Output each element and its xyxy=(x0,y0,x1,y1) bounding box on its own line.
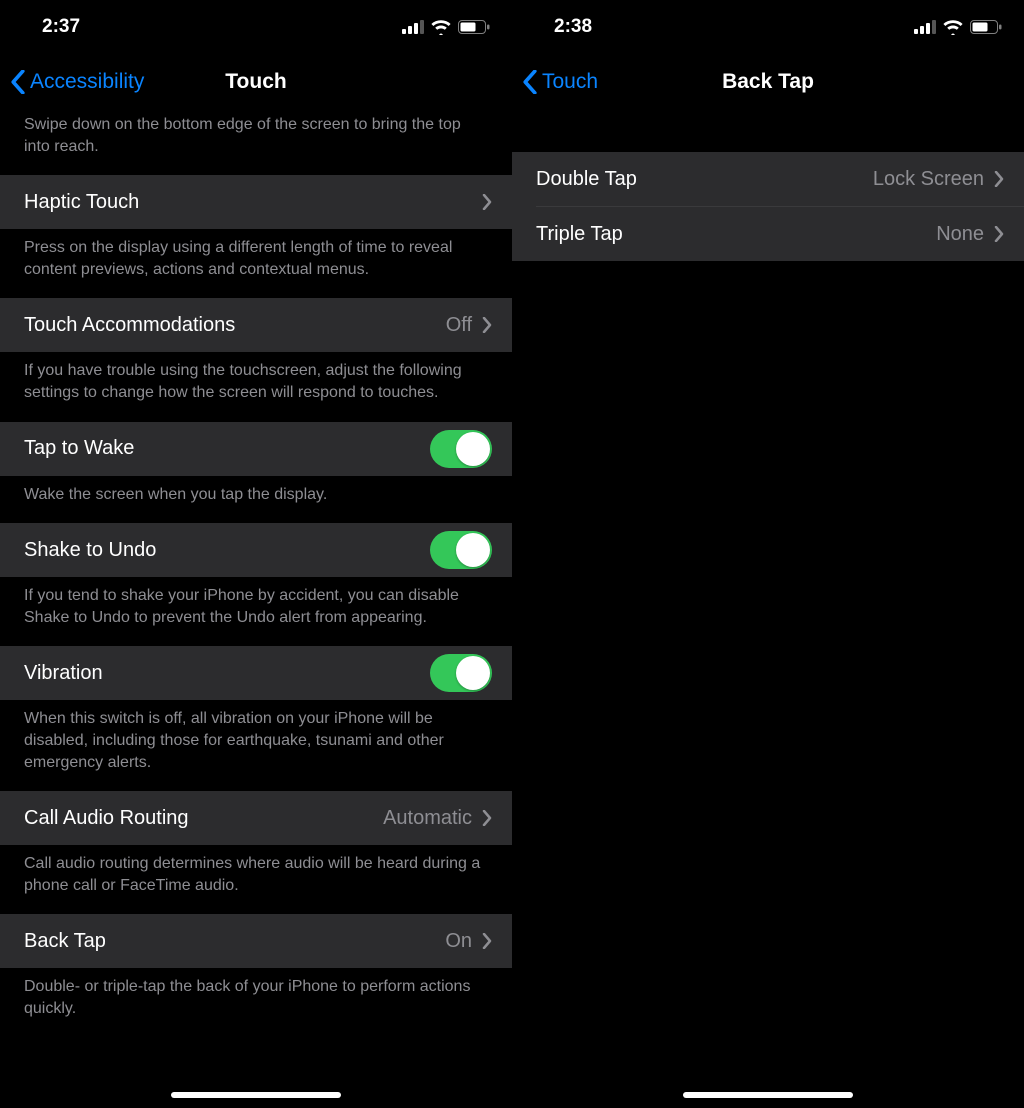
row-label: Tap to Wake xyxy=(24,437,134,460)
row-label: Double Tap xyxy=(536,168,637,191)
back-tap-row[interactable]: Back Tap On xyxy=(0,914,512,968)
back-button-touch[interactable]: Touch xyxy=(522,70,598,94)
chevron-left-icon xyxy=(522,70,538,94)
status-bar: 2:37 xyxy=(0,0,512,54)
content-scroll[interactable]: Swipe down on the bottom edge of the scr… xyxy=(0,110,512,1108)
nav-bar: Accessibility Touch xyxy=(0,54,512,110)
touch-settings-pane: 2:37 Accessibility Touch Swipe down on t… xyxy=(0,0,512,1108)
status-indicators xyxy=(914,19,1002,35)
home-indicator[interactable] xyxy=(683,1092,853,1098)
status-time: 2:38 xyxy=(554,16,592,38)
cellular-icon xyxy=(914,20,936,34)
haptic-touch-row[interactable]: Haptic Touch xyxy=(0,175,512,229)
back-label: Touch xyxy=(542,70,598,94)
tap-to-wake-row: Tap to Wake xyxy=(0,422,512,476)
back-tap-options-group: Double Tap Lock Screen Triple Tap None xyxy=(512,152,1024,261)
row-label: Vibration xyxy=(24,662,103,685)
row-label: Shake to Undo xyxy=(24,539,156,562)
chevron-right-icon xyxy=(482,810,492,826)
call-audio-routing-footer: Call audio routing determines where audi… xyxy=(0,845,512,914)
wifi-icon xyxy=(430,19,452,35)
back-label: Accessibility xyxy=(30,70,144,94)
shake-to-undo-toggle[interactable] xyxy=(430,531,492,569)
triple-tap-row[interactable]: Triple Tap None xyxy=(512,207,1024,261)
chevron-right-icon xyxy=(482,933,492,949)
tap-to-wake-toggle[interactable] xyxy=(430,430,492,468)
home-indicator[interactable] xyxy=(171,1092,341,1098)
call-audio-routing-row[interactable]: Call Audio Routing Automatic xyxy=(0,791,512,845)
wifi-icon xyxy=(942,19,964,35)
battery-icon xyxy=(458,20,490,34)
chevron-right-icon xyxy=(482,194,492,210)
status-indicators xyxy=(402,19,490,35)
touch-accommodations-row[interactable]: Touch Accommodations Off xyxy=(0,298,512,352)
vibration-footer: When this switch is off, all vibration o… xyxy=(0,700,512,791)
chevron-right-icon xyxy=(994,226,1004,242)
row-value: None xyxy=(936,223,984,246)
battery-icon xyxy=(970,20,1002,34)
row-value: On xyxy=(445,930,472,953)
chevron-right-icon xyxy=(994,171,1004,187)
reachability-footer: Swipe down on the bottom edge of the scr… xyxy=(0,110,512,175)
chevron-right-icon xyxy=(482,317,492,333)
cellular-icon xyxy=(402,20,424,34)
row-label: Back Tap xyxy=(24,930,106,953)
status-bar: 2:38 xyxy=(512,0,1024,54)
shake-to-undo-footer: If you tend to shake your iPhone by acci… xyxy=(0,577,512,646)
row-value: Lock Screen xyxy=(873,168,984,191)
tap-to-wake-footer: Wake the screen when you tap the display… xyxy=(0,476,512,524)
row-label: Call Audio Routing xyxy=(24,807,189,830)
row-label: Triple Tap xyxy=(536,223,623,246)
status-time: 2:37 xyxy=(42,16,80,38)
row-value: Automatic xyxy=(383,807,472,830)
back-button-accessibility[interactable]: Accessibility xyxy=(10,70,144,94)
shake-to-undo-row: Shake to Undo xyxy=(0,523,512,577)
chevron-left-icon xyxy=(10,70,26,94)
double-tap-row[interactable]: Double Tap Lock Screen xyxy=(512,152,1024,206)
content-scroll[interactable]: Double Tap Lock Screen Triple Tap None xyxy=(512,110,1024,1108)
row-value: Off xyxy=(446,314,472,337)
touch-accommodations-footer: If you have trouble using the touchscree… xyxy=(0,352,512,421)
vibration-row: Vibration xyxy=(0,646,512,700)
vibration-toggle[interactable] xyxy=(430,654,492,692)
row-label: Haptic Touch xyxy=(24,191,139,214)
nav-bar: Touch Back Tap xyxy=(512,54,1024,110)
row-label: Touch Accommodations xyxy=(24,314,235,337)
back-tap-footer: Double- or triple-tap the back of your i… xyxy=(0,968,512,1037)
back-tap-settings-pane: 2:38 Touch Back Tap Double Tap Lock Scre… xyxy=(512,0,1024,1108)
haptic-touch-footer: Press on the display using a different l… xyxy=(0,229,512,298)
